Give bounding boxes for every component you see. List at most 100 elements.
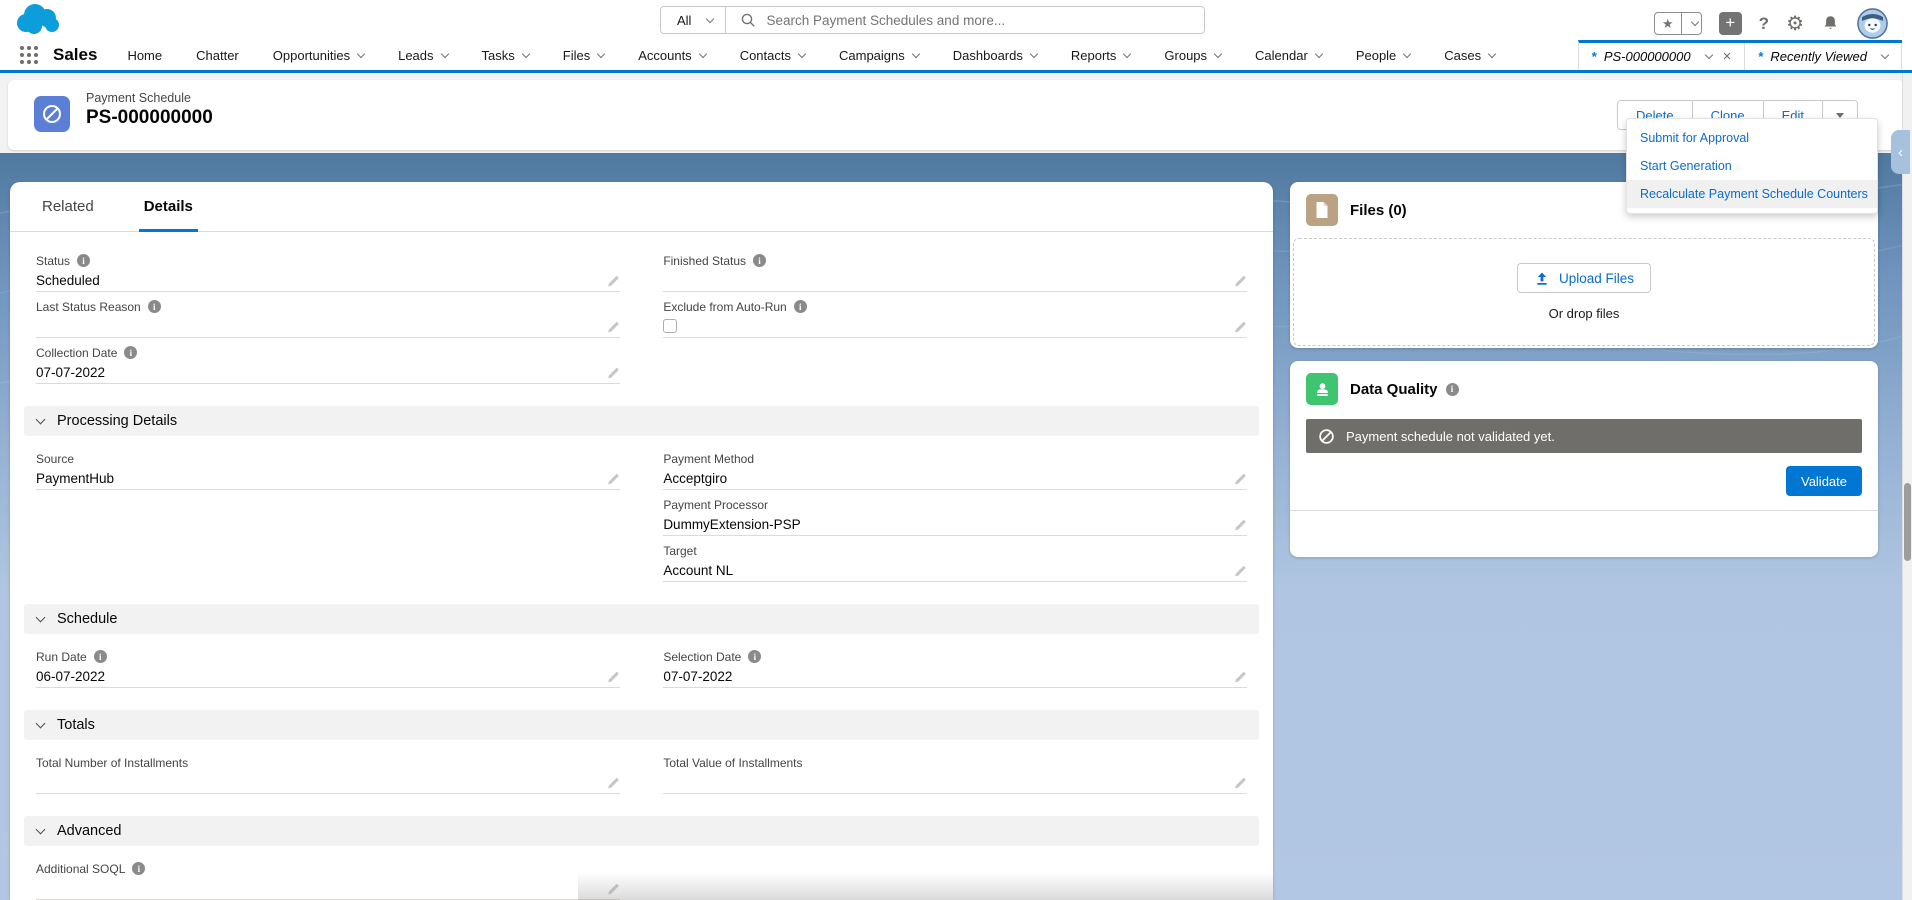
- section-schedule[interactable]: Schedule: [24, 604, 1259, 634]
- scrollbar-thumb[interactable]: [1904, 483, 1911, 561]
- nav-tab-label: Accounts: [638, 48, 691, 63]
- nav-tab-calendar[interactable]: Calendar: [1255, 48, 1322, 63]
- field-value: Account NL: [663, 559, 1247, 582]
- nav-tab-groups[interactable]: Groups: [1164, 48, 1221, 63]
- chevron-down-icon: [1315, 49, 1323, 57]
- data-quality-stamp-icon: [1306, 373, 1338, 405]
- nav-tab-leads[interactable]: Leads: [398, 48, 447, 63]
- detail-tabs: Related Details: [10, 182, 1273, 232]
- section-advanced[interactable]: Advanced: [24, 816, 1259, 846]
- nav-tab-label: Groups: [1164, 48, 1207, 63]
- field-label-text: Exclude from Auto-Run: [663, 300, 786, 314]
- data-quality-actions: Validate: [1290, 453, 1878, 510]
- favorites-dropdown-button[interactable]: [1682, 13, 1701, 34]
- field-columns: Total Number of InstallmentsTotal Value …: [36, 754, 1247, 800]
- salesforce-logo-icon[interactable]: [14, 2, 62, 41]
- field-label: Collection Datei: [36, 344, 620, 361]
- user-avatar[interactable]: [1857, 8, 1888, 39]
- info-icon[interactable]: i: [77, 254, 90, 267]
- sidebar-expand-button[interactable]: ‹: [1891, 130, 1910, 174]
- info-icon[interactable]: i: [148, 300, 161, 313]
- upload-files-button[interactable]: Upload Files: [1517, 263, 1651, 293]
- global-actions-plus-icon[interactable]: +: [1719, 12, 1742, 35]
- chevron-down-icon: [597, 49, 605, 57]
- field-groups: StatusiScheduledLast Status ReasoniColle…: [10, 232, 1273, 900]
- nav-tab-opportunities[interactable]: Opportunities: [273, 48, 364, 63]
- menu-item-submit-for-approval[interactable]: Submit for Approval: [1627, 124, 1877, 152]
- edit-pencil-icon[interactable]: [1233, 274, 1247, 288]
- tab-related[interactable]: Related: [42, 182, 94, 231]
- help-icon[interactable]: ?: [1759, 14, 1769, 34]
- info-icon[interactable]: i: [748, 650, 761, 663]
- data-quality-title-text: Data Quality: [1350, 381, 1438, 398]
- info-icon[interactable]: i: [94, 650, 107, 663]
- app-name[interactable]: Sales: [53, 45, 97, 65]
- nav-tab-campaigns[interactable]: Campaigns: [839, 48, 919, 63]
- app-launcher-icon[interactable]: [20, 46, 38, 64]
- nav-tab-label: Files: [563, 48, 590, 63]
- info-icon[interactable]: i: [132, 862, 145, 875]
- setup-gear-icon[interactable]: ⚙: [1786, 14, 1804, 34]
- chevron-down-icon: [522, 49, 530, 57]
- edit-pencil-icon[interactable]: [606, 882, 620, 896]
- details-panel: RelatedDetails StatusiScheduledLast Stat…: [10, 182, 1273, 900]
- section-processing-details[interactable]: Processing Details: [24, 406, 1259, 436]
- edit-pencil-icon[interactable]: [1233, 670, 1247, 684]
- info-icon[interactable]: i: [1446, 383, 1459, 396]
- edit-pencil-icon[interactable]: [606, 320, 620, 334]
- nav-tab-tasks[interactable]: Tasks: [482, 48, 529, 63]
- nav-tab-reports[interactable]: Reports: [1071, 48, 1131, 63]
- section-totals[interactable]: Totals: [24, 710, 1259, 740]
- edit-pencil-icon[interactable]: [606, 776, 620, 790]
- menu-item-recalculate-payment-schedule-counters[interactable]: Recalculate Payment Schedule Counters: [1627, 180, 1877, 208]
- nav-tab-home[interactable]: Home: [127, 48, 162, 63]
- edit-pencil-icon[interactable]: [606, 274, 620, 288]
- files-card-title[interactable]: Files (0): [1350, 202, 1407, 219]
- edit-pencil-icon[interactable]: [606, 472, 620, 486]
- edit-pencil-icon[interactable]: [1233, 518, 1247, 532]
- edit-pencil-icon[interactable]: [1233, 776, 1247, 790]
- tab-details[interactable]: Details: [144, 182, 193, 231]
- info-icon[interactable]: i: [794, 300, 807, 313]
- nav-tab-label: Chatter: [196, 48, 239, 63]
- validate-button[interactable]: Validate: [1786, 466, 1862, 496]
- field-value-text: Scheduled: [36, 273, 100, 288]
- info-icon[interactable]: i: [124, 346, 137, 359]
- field-total-number-of-installments: Total Number of Installments: [36, 754, 620, 794]
- field-columns: Run Datei06-07-2022Selection Datei07-07-…: [36, 648, 1247, 694]
- nav-tab-dashboards[interactable]: Dashboards: [953, 48, 1037, 63]
- nav-tab-contacts[interactable]: Contacts: [740, 48, 805, 63]
- nav-tab-label: Cases: [1444, 48, 1481, 63]
- nav-tab-label: Reports: [1071, 48, 1117, 63]
- edit-pencil-icon[interactable]: [1233, 564, 1247, 578]
- info-icon[interactable]: i: [753, 254, 766, 267]
- nav-tab-label: Home: [127, 48, 162, 63]
- field-target: TargetAccount NL: [663, 542, 1247, 582]
- favorites-star-icon[interactable]: ★: [1655, 13, 1682, 34]
- field-value: [36, 771, 620, 794]
- search-scope-button[interactable]: All: [661, 7, 726, 33]
- edit-pencil-icon[interactable]: [606, 366, 620, 380]
- file-drop-zone[interactable]: Upload Files Or drop files: [1293, 238, 1875, 346]
- nav-tab-chatter[interactable]: Chatter: [196, 48, 239, 63]
- nav-tab-cases[interactable]: Cases: [1444, 48, 1495, 63]
- edit-pencil-icon[interactable]: [606, 670, 620, 684]
- notifications-bell-icon[interactable]: [1821, 15, 1840, 32]
- page-scrollbar[interactable]: [1902, 73, 1912, 900]
- nav-tab-people[interactable]: People: [1356, 48, 1410, 63]
- edit-pencil-icon[interactable]: [1233, 320, 1247, 334]
- temp-tab-recently-viewed[interactable]: *Recently Viewed: [1745, 43, 1902, 70]
- nav-tab-accounts[interactable]: Accounts: [638, 48, 705, 63]
- temp-tab-ps-000000000[interactable]: *PS-000000000×: [1579, 43, 1746, 70]
- field-value: 07-07-2022: [36, 361, 620, 384]
- nav-tab-label: People: [1356, 48, 1396, 63]
- edit-pencil-icon[interactable]: [1233, 472, 1247, 486]
- close-icon[interactable]: ×: [1723, 48, 1732, 65]
- nav-tab-files[interactable]: Files: [563, 48, 604, 63]
- search-input[interactable]: [766, 13, 1204, 28]
- menu-item-start-generation[interactable]: Start Generation: [1627, 152, 1877, 180]
- checkbox-unchecked[interactable]: [663, 319, 677, 333]
- files-object-icon: [1306, 194, 1338, 226]
- chevron-down-icon: [1704, 51, 1712, 59]
- chevron-down-icon: [357, 49, 365, 57]
